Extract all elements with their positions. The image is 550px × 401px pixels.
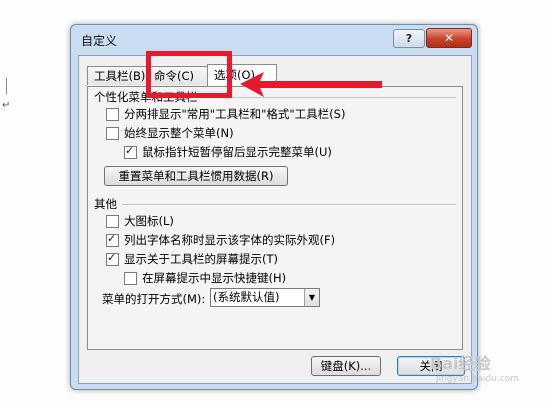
checkbox-full-menus-delay[interactable] — [124, 144, 137, 159]
option-font-preview[interactable]: 列出字体名称时显示该字体的实际外观(F) — [106, 232, 335, 248]
option-label: 在屏幕提示中显示快捷键(H) — [142, 271, 287, 285]
dialog-titlebar[interactable]: 自定义 ? ✕ — [71, 25, 477, 53]
option-shortcut-keys[interactable]: 在屏幕提示中显示快捷键(H) — [124, 270, 286, 286]
option-label: 显示关于工具栏的屏幕提示(T) — [124, 252, 278, 266]
dialog-title: 自定义 — [81, 34, 118, 48]
section-divider — [122, 204, 456, 205]
annotation-arrow-icon — [240, 72, 382, 97]
option-large-icons[interactable]: 大图标(L) — [106, 213, 174, 229]
checkbox-large-icons[interactable] — [106, 214, 119, 228]
watermark-logo: Bai经验 — [430, 354, 491, 373]
option-label: 大图标(L) — [124, 214, 174, 228]
checkbox-font-preview[interactable] — [106, 232, 119, 247]
option-two-rows[interactable]: 分两排显示"常用"工具栏和"格式"工具栏(S) — [106, 106, 345, 122]
checkbox-screentips[interactable] — [106, 251, 119, 266]
section-title-other: 其他 — [94, 197, 117, 211]
menu-animation-value: (系统默认值) — [213, 290, 280, 304]
checkbox-shortcut-keys[interactable] — [124, 271, 137, 285]
paragraph-mark-icon: ↵ — [2, 100, 11, 111]
close-icon[interactable]: ✕ — [426, 28, 472, 48]
text-cursor — [6, 78, 7, 94]
option-always-full-menus[interactable]: 始终显示整个菜单(N) — [106, 125, 234, 141]
menu-animation-label: 菜单的打开方式(M): — [102, 292, 206, 306]
options-panel: 个性化菜单和工具栏 分两排显示"常用"工具栏和"格式"工具栏(S) 始终显示整个… — [87, 86, 463, 350]
annotation-highlight-box — [146, 51, 232, 98]
chevron-down-icon[interactable]: ▼ — [304, 289, 319, 306]
option-full-menus-delay[interactable]: 鼠标指针短暂停留后显示完整菜单(U) — [124, 144, 332, 160]
help-button[interactable]: ? — [393, 29, 425, 48]
option-label: 始终显示整个菜单(N) — [124, 126, 234, 140]
arrow-shape — [240, 72, 382, 97]
option-label: 列出字体名称时显示该字体的实际外观(F) — [124, 233, 336, 247]
keyboard-button[interactable]: 键盘(K)... — [311, 356, 381, 376]
checkbox-two-rows[interactable] — [106, 107, 119, 121]
menu-animation-select[interactable]: (系统默认值) ▼ — [210, 288, 320, 307]
option-label: 鼠标指针短暂停留后显示完整菜单(U) — [142, 145, 332, 159]
checkbox-always-full-menus[interactable] — [106, 126, 119, 140]
option-label: 分两排显示"常用"工具栏和"格式"工具栏(S) — [124, 107, 346, 121]
option-screentips[interactable]: 显示关于工具栏的屏幕提示(T) — [106, 251, 278, 267]
reset-usage-data-button[interactable]: 重置菜单和工具栏惯用数据(R) — [104, 166, 288, 186]
watermark-url: jingyan.baidu.com — [436, 374, 520, 384]
dialog-client-area: 工具栏(B) 命令(C) 选项(O) 个性化菜单和工具栏 分两排显示"常用"工具… — [78, 55, 472, 384]
